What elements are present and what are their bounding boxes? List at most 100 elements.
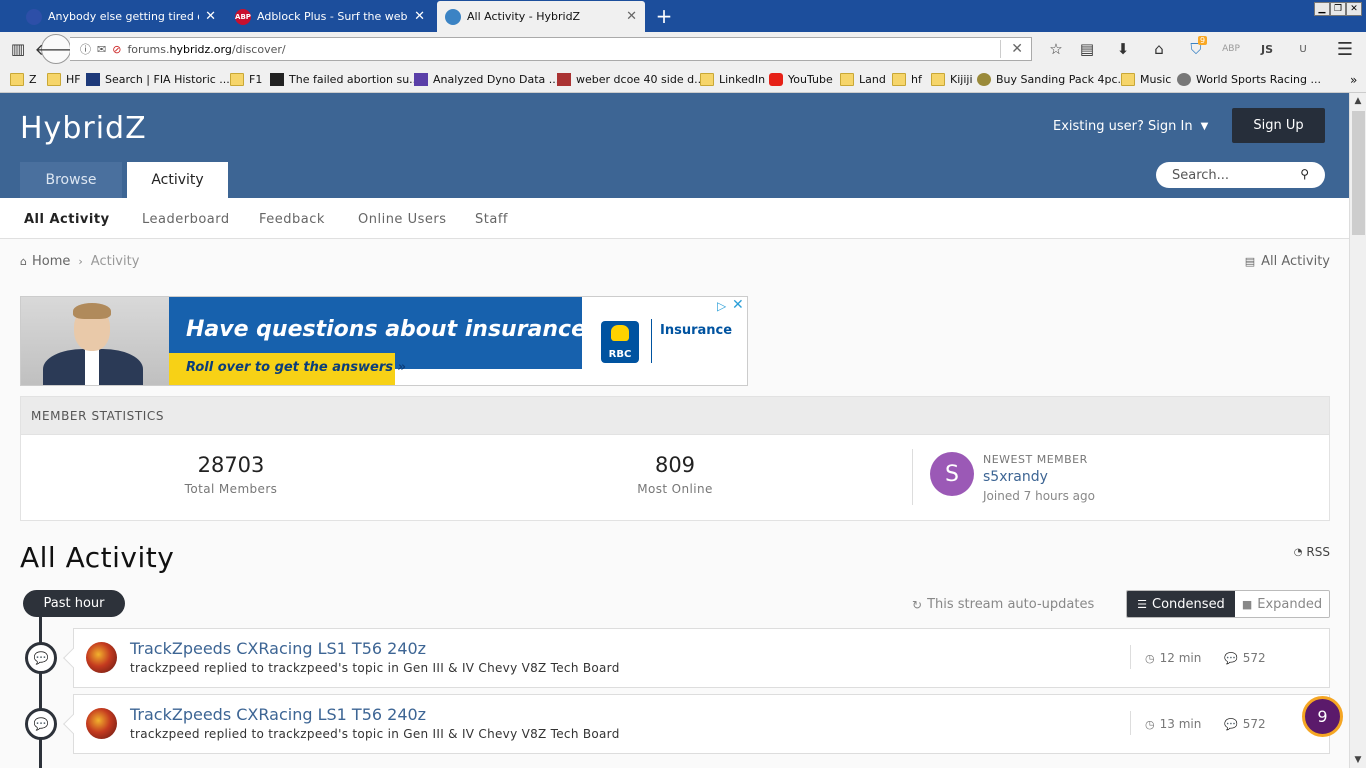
site-logo[interactable]: HybridZ [20,111,147,146]
globe-icon [1177,73,1191,86]
back-arrow-icon[interactable]: 🡐 [35,34,77,64]
avatar[interactable] [86,642,117,673]
subnav-staff[interactable]: Staff [475,212,508,227]
sidebar-toggle-icon[interactable]: ▥ [8,39,28,59]
clear-url-icon[interactable]: ✕ [1011,41,1023,57]
expanded-view-button[interactable]: ■ Expanded [1235,591,1329,617]
new-tab-plus-icon[interactable]: + [652,4,676,28]
home-icon[interactable]: ⌂ [1149,39,1169,59]
subnav-online-users[interactable]: Online Users [358,212,446,227]
notification-count-badge[interactable]: 9 [1302,696,1343,737]
bookmark-item[interactable]: Music [1121,71,1171,88]
folder-icon [892,73,906,86]
scroll-up-arrow-icon[interactable]: ▲ [1350,93,1366,109]
bookmark-item[interactable]: LinkedIn [700,71,765,88]
avatar[interactable]: S [930,452,974,496]
tab-title: All Activity - HybridZ [467,10,581,23]
browser-tab-2[interactable]: ABP Adblock Plus - Surf the web with ✕ [227,1,433,32]
shop-favicon-icon [557,73,571,86]
bookmark-item[interactable]: Kijiji [931,71,973,88]
bookmark-item[interactable]: YouTube [769,71,833,88]
advertisement-banner[interactable]: Have questions about insurance? Roll ove… [20,296,748,386]
page-scrollbar[interactable]: ▲ ▼ [1349,93,1366,768]
tab-title: Anybody else getting tired of th [48,10,199,23]
avatar[interactable] [86,708,117,739]
abp-extension-icon[interactable]: ABP [1221,39,1241,59]
scrollbar-thumb[interactable] [1352,111,1365,235]
ad-photo [21,297,169,385]
signin-dropdown[interactable]: Existing user? Sign In ▼ [1053,119,1208,134]
bookmark-item[interactable]: The failed abortion su... [270,71,420,88]
subnav-leaderboard[interactable]: Leaderboard [142,212,230,227]
bookmark-item[interactable]: Analyzed Dyno Data ... [414,71,559,88]
chevron-right-icon: › [78,255,83,268]
activity-summary: trackzpeed replied to trackzpeed's topic… [130,727,620,741]
close-tab-icon[interactable]: ✕ [205,9,216,24]
bookmark-item[interactable]: Z [10,71,37,88]
browser-tab-1[interactable]: Anybody else getting tired of th ✕ [18,1,224,32]
reading-list-icon[interactable]: ▤ [1077,39,1097,59]
rbc-logo: RBC [601,321,639,363]
breadcrumb-all-activity-link[interactable]: ▤ All Activity [1245,254,1330,269]
url-bar[interactable]: ⓘ ✉ ⊘ forums. hybridz.org/discover/ ✕ [70,37,1032,61]
close-tab-icon[interactable]: ✕ [626,9,637,24]
tab-browse[interactable]: Browse [20,162,122,198]
ad-headline: Have questions about insurance? [186,317,599,342]
clock-icon: ◷ [1145,651,1155,665]
ublock-extension-icon[interactable]: U [1293,39,1313,59]
bookmark-item[interactable]: World Sports Racing ... [1177,71,1321,88]
search-placeholder: Search... [1172,167,1230,183]
bookmark-item[interactable]: Land [840,71,886,88]
breadcrumb-home[interactable]: Home [32,254,70,269]
adchoices-icon[interactable]: ▷ [717,299,726,313]
list-item[interactable]: TrackZpeeds CXRacing LS1 T56 240z trackz… [63,694,1330,754]
url-prefix: forums. [127,42,170,56]
comment-icon: 💬 [1224,651,1238,665]
bookmark-item[interactable]: Search | FIA Historic ... [86,71,230,88]
tab-activity[interactable]: Activity [127,162,228,198]
shop-favicon-icon [977,73,991,86]
activity-title[interactable]: TrackZpeeds CXRacing LS1 T56 240z [130,705,426,724]
bookmark-item[interactable]: hf [892,71,922,88]
rss-link[interactable]: ◔ RSS [1294,545,1330,559]
folder-icon [931,73,945,86]
bookmark-star-icon[interactable]: ☆ [1046,39,1066,59]
stat-total-members: 28703 Total Members [184,453,278,496]
list-icon: ☰ [1137,597,1148,611]
close-window-icon[interactable]: ✕ [1346,2,1362,16]
restore-window-icon[interactable]: ❐ [1330,2,1346,16]
js-extension-icon[interactable]: JS [1257,39,1277,59]
scroll-down-arrow-icon[interactable]: ▼ [1350,752,1366,768]
subnav-all-activity[interactable]: All Activity [24,212,110,227]
activity-time: ◷ 12 min [1145,651,1202,665]
bookmark-item[interactable]: F1 [230,71,262,88]
comment-icon: 💬 [25,642,57,674]
bookmark-item[interactable]: HF [47,71,81,88]
search-input[interactable]: Search... ⚲ [1156,162,1325,188]
ad-cta[interactable]: Roll over to get the answers » [186,360,406,375]
bookmarks-overflow-icon[interactable]: » [1350,71,1357,88]
site-favicon-icon [26,8,42,25]
subnav-feedback[interactable]: Feedback [259,212,325,227]
ad-close-icon[interactable]: ✕ [732,297,744,313]
search-icon[interactable]: ⚲ [1300,167,1309,181]
close-tab-icon[interactable]: ✕ [414,9,425,24]
bookmark-item[interactable]: weber dcoe 40 side d... [557,71,705,88]
reader-icon: ✉ [97,42,107,56]
browser-tab-active[interactable]: All Activity - HybridZ ✕ [437,1,645,32]
bookmark-item[interactable]: Buy Sanding Pack 4pc... [977,71,1128,88]
newest-member-name[interactable]: s5xrandy [983,469,1048,485]
hybridz-favicon-icon [445,8,461,25]
download-arrow-icon[interactable]: ⬇ [1113,39,1133,59]
signup-button[interactable]: Sign Up [1232,108,1325,143]
activity-replies: 💬 572 [1224,717,1266,731]
fia-favicon-icon [86,73,100,86]
activity-time: ◷ 13 min [1145,717,1202,731]
square-icon: ■ [1241,597,1253,611]
condensed-view-button[interactable]: ☰ Condensed [1127,591,1235,617]
hamburger-menu-icon[interactable]: ☰ [1335,39,1355,60]
activity-title[interactable]: TrackZpeeds CXRacing LS1 T56 240z [130,639,426,658]
minimize-window-icon[interactable]: ▁ [1314,2,1330,16]
info-icon[interactable]: ⓘ [80,41,91,57]
list-item[interactable]: TrackZpeeds CXRacing LS1 T56 240z trackz… [63,628,1330,688]
